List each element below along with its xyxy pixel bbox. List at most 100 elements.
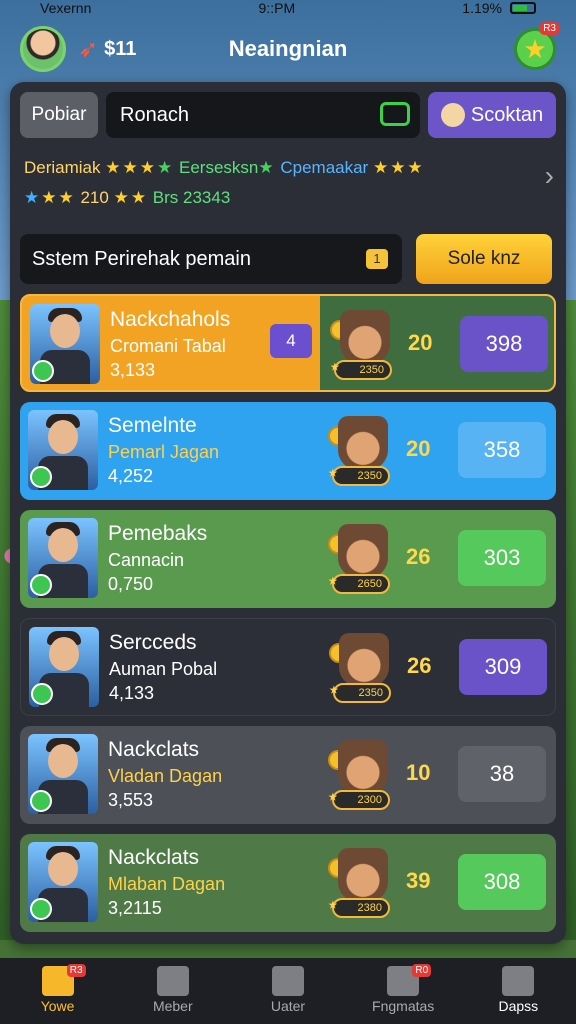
nav-item-fragments[interactable]: R0 Fngmatas — [353, 960, 453, 1022]
player-team: Pemarl Jagan — [108, 442, 220, 462]
list-item[interactable]: Sercceds Auman Pobal 4,133 ⭑ 2350 26 309 — [20, 618, 556, 716]
edit-icon — [271, 966, 304, 996]
search-value: Ronach — [120, 103, 189, 126]
player-score: 4,252 — [108, 466, 154, 486]
rocket-icon: ➶ — [78, 35, 99, 63]
cow-icon — [338, 524, 388, 578]
value-button[interactable]: 303 — [458, 530, 546, 586]
player-avatar — [28, 518, 98, 598]
scoktan-button[interactable]: Scoktan — [428, 92, 556, 138]
badge-icon — [31, 683, 53, 705]
main-panel: Pobiar Ronach Scoktan Deriamiak ★★★★ Eer… — [10, 82, 566, 944]
cow-chip-value: 2650 — [357, 578, 382, 590]
sole-button[interactable]: Sole knz — [416, 234, 552, 284]
rating-line-2: ★★★ 210 ★★ Brs 23343 — [24, 188, 230, 208]
player-level: 20 — [408, 330, 433, 355]
star-rating-icon: ★★★ — [372, 158, 425, 177]
player-level: 10 — [406, 760, 431, 785]
pet-icon — [440, 103, 465, 127]
star-green-icon: ★ — [258, 158, 276, 177]
player-avatar — [28, 410, 98, 490]
scoktan-label: Scoktan — [470, 103, 544, 126]
cow-chip-value: 2300 — [357, 794, 382, 806]
star-chip-icon: ⭑ — [328, 894, 338, 914]
badge-icon — [30, 466, 52, 488]
player-avatar — [28, 734, 98, 814]
rating-value-a: 210 — [80, 188, 109, 207]
rating-label-a: Deriamiak — [24, 158, 101, 177]
nav-item-home[interactable]: R3 Yowe — [8, 960, 108, 1022]
value-button[interactable]: 38 — [458, 746, 546, 802]
player-level: 26 — [406, 544, 431, 569]
player-score: 0,750 — [108, 574, 154, 594]
star-chip-icon: ⭑ — [328, 462, 338, 482]
list-item[interactable]: Nackclats Vladan Dagan 3,553 ⭑ 2300 10 38 — [20, 726, 556, 824]
system-row: Sstem Perirehak pemain 1 Sole knz — [20, 234, 556, 284]
player-name: Nackclats — [108, 738, 200, 761]
cow-chip: ⭑ 2300 — [328, 787, 390, 810]
badge-icon — [30, 790, 52, 812]
player-name: Semelnte — [108, 414, 197, 437]
chat-icon[interactable] — [380, 102, 410, 126]
star-rating-icon: ★★★ — [105, 158, 157, 177]
player-avatar — [30, 304, 100, 384]
cow-chip-value: 2350 — [359, 364, 384, 376]
nav-label: Uater — [270, 998, 306, 1014]
search-input[interactable]: Ronach — [106, 92, 420, 138]
status-right: 1.19% — [462, 0, 536, 16]
player-team: Auman Pobal — [109, 659, 218, 679]
rank-tag: 4 — [270, 324, 312, 358]
player-score: 4,133 — [109, 683, 155, 703]
battery-icon — [510, 2, 536, 14]
player-name: Nackclats — [108, 846, 200, 869]
badge-icon — [30, 574, 52, 596]
player-score: 3,553 — [108, 790, 154, 810]
notification-badge: R3 — [539, 22, 560, 35]
player-level: 20 — [406, 436, 431, 461]
chevron-right-icon[interactable]: › — [545, 160, 554, 192]
cow-icon — [338, 416, 388, 470]
cow-icon — [339, 633, 389, 687]
star-rating-icon: ★★ — [113, 188, 149, 207]
player-team: Cromani Tabal — [110, 336, 226, 356]
list-item[interactable]: Semelnte Pemarl Jagan 4,252 ⭑ 2350 20 358 — [20, 402, 556, 500]
filter-tab[interactable]: Pobiar — [20, 92, 98, 138]
value-button[interactable]: 309 — [459, 639, 547, 695]
cow-icon — [338, 848, 388, 902]
player-score: 3,2115 — [108, 898, 162, 918]
nav-item-updates[interactable]: Uater — [238, 960, 338, 1022]
star-icon: ★ — [523, 33, 547, 64]
bottom-nav: R3 Yowe Meber Uater R0 Fngmatas Dapss — [0, 958, 576, 1024]
cow-chip-value: 2350 — [358, 687, 383, 699]
star-chip-icon: ⭑ — [330, 356, 340, 376]
coin-balance: $11 — [104, 37, 137, 60]
nav-label: Dapss — [498, 998, 539, 1014]
nav-item-profile[interactable]: Dapss — [468, 960, 568, 1022]
value-button[interactable]: 398 — [460, 316, 548, 372]
player-name: Sercceds — [109, 631, 197, 654]
cow-chip: ⭑ 2650 — [328, 571, 390, 594]
achievements-button[interactable]: ★ R3 — [514, 22, 560, 70]
nav-item-members[interactable]: Meber — [123, 960, 223, 1022]
battery-percent: 1.19% — [462, 0, 502, 16]
list-item[interactable]: Nackclats Mlaban Dagan 3,2115 ⭑ 2380 39 3… — [20, 834, 556, 932]
rating-line-1: Deriamiak ★★★★ Eersesksn★ Cpemaakar ★★★ — [24, 158, 425, 178]
value-button[interactable]: 358 — [458, 422, 546, 478]
cow-chip-value: 2350 — [357, 470, 382, 482]
cow-chip: ⭑ 2350 — [328, 463, 390, 486]
player-team: Mlaban Dagan — [108, 874, 226, 894]
star-green-icon: ★ — [157, 158, 175, 177]
cow-chip: ⭑ 2350 — [330, 357, 392, 380]
nav-badge: R0 — [412, 964, 432, 977]
app-header: ➶ $11 Neaingnian ★ R3 — [0, 18, 576, 80]
list-item[interactable]: Nackchahols Cromani Tabal 3,133 4 ⭑ 2350 … — [20, 294, 556, 392]
cow-chip-value: 2380 — [357, 902, 382, 914]
profile-avatar[interactable] — [20, 26, 66, 72]
value-button[interactable]: 308 — [458, 854, 546, 910]
nav-label: Meber — [152, 998, 193, 1014]
star-rating-icon: ★★ — [41, 188, 76, 207]
person-icon — [502, 966, 535, 996]
list-item[interactable]: Pemebaks Cannacin 0,750 ⭑ 2650 26 303 — [20, 510, 556, 608]
home-icon — [156, 966, 189, 996]
player-list: Nackchahols Cromani Tabal 3,133 4 ⭑ 2350 … — [20, 294, 556, 942]
